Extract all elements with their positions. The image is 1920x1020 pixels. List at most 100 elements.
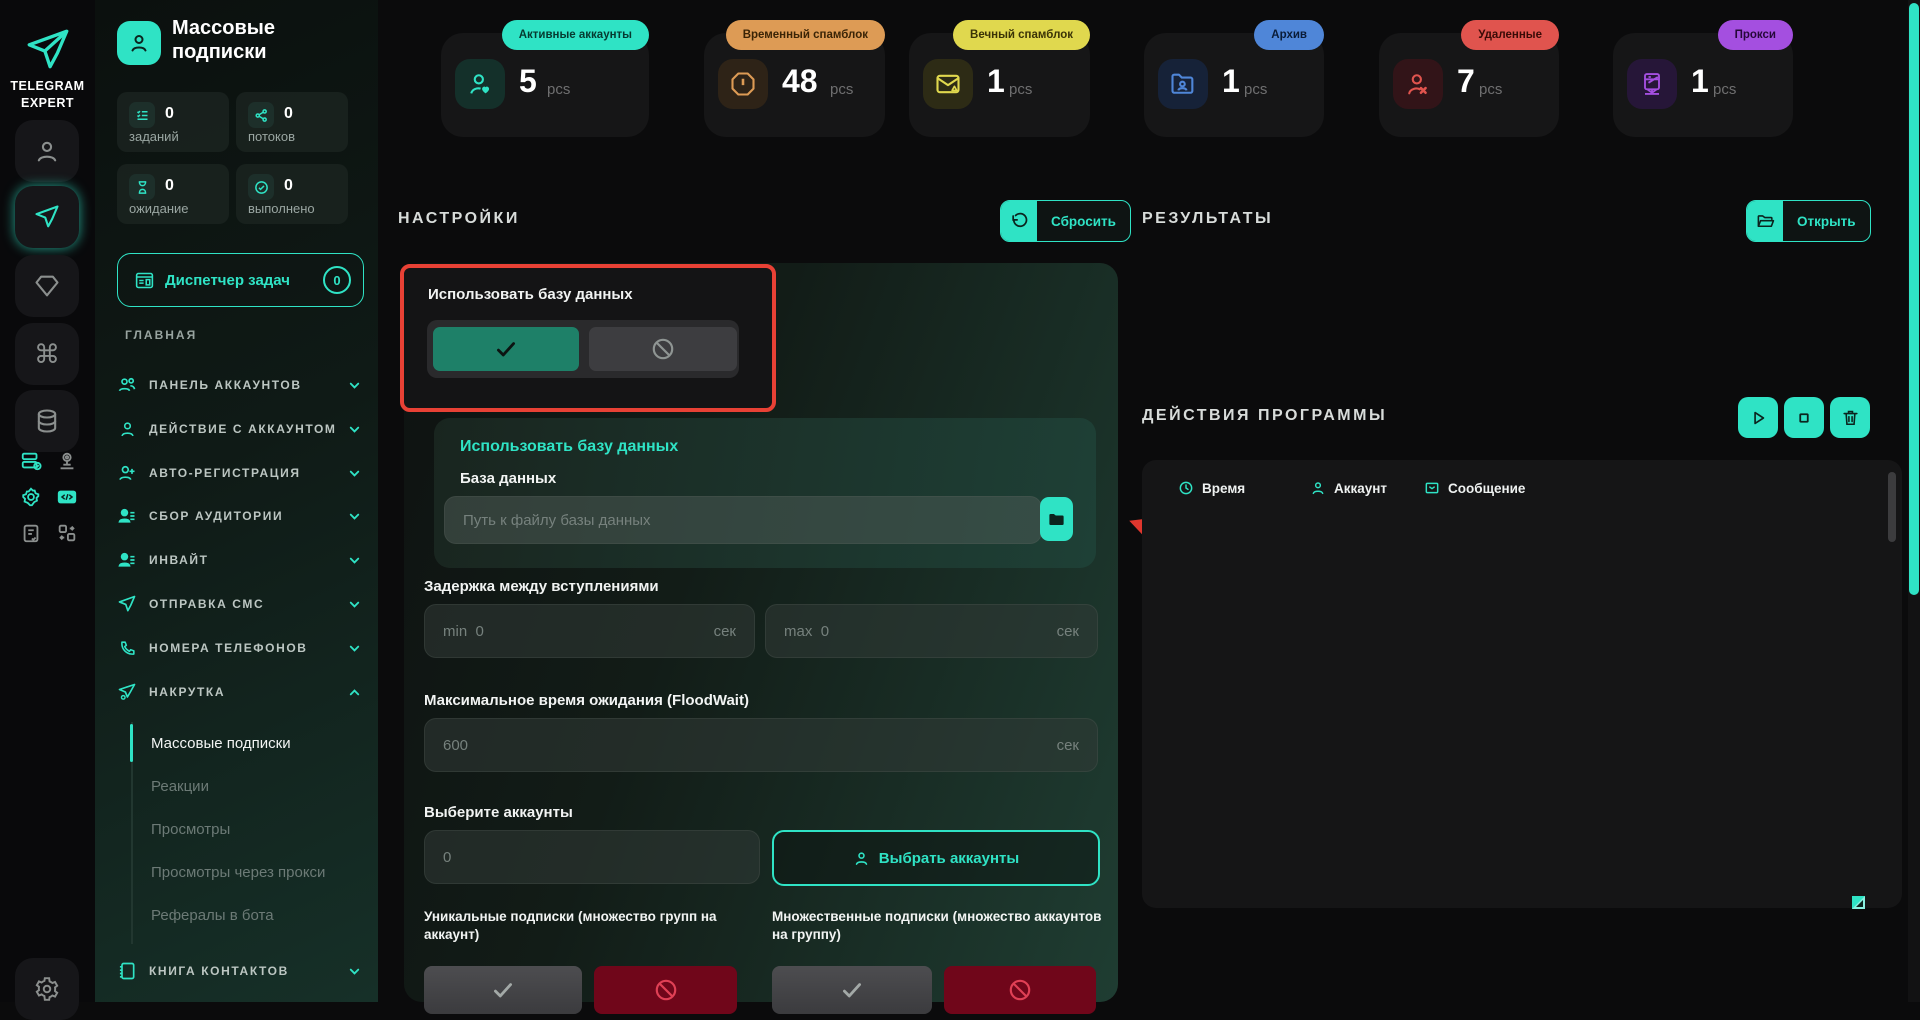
- card-active-accounts: Активные аккаунты 5 pcs: [441, 20, 649, 137]
- gear-module-icon[interactable]: [20, 486, 42, 508]
- checklist-icon: [129, 102, 155, 128]
- select-accounts-button[interactable]: Выбрать аккаунты: [772, 830, 1100, 886]
- min-value: 0: [475, 622, 484, 640]
- sidebar-item-account-action[interactable]: ДЕЙСТВИЕ С АККАУНТОМ: [117, 411, 362, 447]
- db-path-placeholder: Путь к файлу базы данных: [463, 511, 651, 529]
- database-icon: [33, 407, 61, 435]
- rail-telegram-button[interactable]: [15, 186, 79, 248]
- subitem-bot-referrals[interactable]: Рефералы в бота: [151, 898, 351, 932]
- open-button[interactable]: Открыть: [1746, 200, 1871, 242]
- play-icon: [1748, 408, 1768, 428]
- user-camera-icon[interactable]: [56, 450, 78, 472]
- resize-grip[interactable]: [1852, 896, 1865, 909]
- db-path-input[interactable]: Путь к файлу базы данных: [444, 496, 1042, 544]
- accounts-count-input[interactable]: 0: [424, 830, 760, 884]
- sidebar-item-audience-collection[interactable]: СБОР АУДИТОРИИ: [117, 498, 362, 534]
- sidebar-item-contact-book[interactable]: КНИГА КОНТАКТОВ: [117, 953, 362, 989]
- floodwait-input[interactable]: 600 сек: [424, 718, 1098, 772]
- stat-label: потоков: [248, 129, 295, 144]
- folder-icon: [1047, 510, 1066, 529]
- code-window-icon[interactable]: [56, 486, 78, 508]
- rail-database-button[interactable]: [15, 390, 79, 452]
- card-value: 48: [782, 63, 818, 99]
- active-indicator: [130, 724, 133, 762]
- status-badge: Прокси: [1717, 20, 1793, 50]
- page-scrollbar-thumb[interactable]: [1909, 3, 1919, 595]
- stat-label: ожидание: [129, 201, 189, 216]
- check-icon: [839, 977, 865, 1003]
- play-button[interactable]: [1738, 397, 1778, 438]
- chevron-down-icon: [346, 640, 362, 656]
- task-manager-button[interactable]: Диспетчер задач 0: [117, 253, 364, 307]
- sidebar-item-accounts-panel[interactable]: ПАНЕЛЬ АККАУНТОВ: [117, 367, 362, 403]
- chevron-down-icon: [346, 552, 362, 568]
- sidebar-item-auto-registration[interactable]: АВТО-РЕГИСТРАЦИЯ: [117, 455, 362, 491]
- mail-alert-icon: [923, 59, 973, 109]
- chevron-down-icon: [346, 465, 362, 481]
- user-plus-icon: [117, 463, 137, 483]
- user-icon: [853, 850, 870, 867]
- subitem-reactions[interactable]: Реакции: [151, 769, 351, 803]
- unique-yes-button[interactable]: [424, 966, 582, 1014]
- settings-heading: НАСТРОЙКИ: [398, 210, 520, 227]
- table-scrollbar-thumb[interactable]: [1888, 472, 1896, 542]
- rail-user-button[interactable]: [15, 120, 79, 182]
- select-accounts-label: Выбрать аккаунты: [878, 849, 1020, 867]
- clear-log-button[interactable]: [1830, 397, 1870, 438]
- toggle-yes-button[interactable]: [433, 327, 579, 371]
- folder-user-icon: [1158, 59, 1208, 109]
- col-time: Время: [1178, 480, 1245, 496]
- stat-value: 0: [284, 105, 293, 122]
- rail-command-button[interactable]: ⌘: [15, 323, 79, 385]
- delay-max-input[interactable]: max 0 сек: [765, 604, 1098, 658]
- share-nodes-icon: [248, 102, 274, 128]
- reset-button[interactable]: Сбросить: [1000, 200, 1131, 242]
- toggle-no-button[interactable]: [589, 327, 737, 371]
- sidebar-item-phone-numbers[interactable]: НОМЕРА ТЕЛЕФОНОВ: [117, 630, 362, 666]
- sidebar-item-boosting[interactable]: НАКРУТКА: [117, 674, 362, 710]
- multiple-no-button[interactable]: [944, 966, 1096, 1014]
- floodwait-label: Максимальное время ожидания (FloodWait): [424, 692, 749, 709]
- max-prefix: max: [784, 622, 813, 640]
- status-badge: Временный спамблок: [725, 20, 885, 50]
- use-db-label: Использовать базу данных: [428, 286, 633, 303]
- ban-icon: [1007, 977, 1033, 1003]
- db-label: База данных: [460, 470, 557, 487]
- server-check-icon[interactable]: [20, 450, 42, 472]
- card-unit: pcs: [830, 81, 854, 98]
- status-badge: Активные аккаунты: [501, 20, 649, 50]
- unique-no-button[interactable]: [594, 966, 737, 1014]
- card-value: 1: [1222, 63, 1240, 99]
- db-card: Использовать базу данных База данных Пут…: [434, 418, 1096, 568]
- mail-icon: [1424, 480, 1440, 496]
- db-card-title: Использовать базу данных: [460, 438, 679, 455]
- task-manager-badge: 0: [323, 266, 351, 294]
- browse-db-button[interactable]: [1040, 497, 1073, 541]
- subitem-views[interactable]: Просмотры: [151, 812, 351, 846]
- card-perm-spamblock: Вечный спамблок 1 pcs: [909, 20, 1090, 137]
- hourglass-icon: [129, 174, 155, 200]
- card-unit: pcs: [1479, 81, 1503, 98]
- rail-premium-button[interactable]: [15, 255, 79, 317]
- trash-icon: [1841, 408, 1860, 427]
- accounts-count-value: 0: [443, 848, 452, 866]
- multiple-subs-label: Множественные подписки (множество аккаун…: [772, 909, 1102, 942]
- card-temp-spamblock: Временный спамблок 48 pcs: [704, 20, 885, 137]
- delay-min-input[interactable]: min 0 сек: [424, 604, 755, 658]
- subitem-mass-subscriptions[interactable]: Массовые подписки: [151, 726, 351, 760]
- subitem-views-via-proxy[interactable]: Просмотры через прокси: [151, 855, 351, 889]
- log-table: Время Аккаунт Сообщение: [1142, 460, 1902, 908]
- sidebar-item-invite[interactable]: ИНВАЙТ: [117, 542, 362, 578]
- check-circle-icon: [248, 174, 274, 200]
- user-list-icon: [117, 550, 137, 570]
- rail-settings-button[interactable]: [15, 958, 79, 1020]
- swap-boxes-icon[interactable]: [56, 522, 78, 544]
- stat-value: 0: [165, 177, 174, 194]
- clipboard-check-icon[interactable]: [20, 522, 42, 544]
- chevron-down-icon: [346, 508, 362, 524]
- multiple-yes-button[interactable]: [772, 966, 932, 1014]
- stop-button[interactable]: [1784, 397, 1824, 438]
- stat-card-done: 0 выполнено: [236, 164, 348, 224]
- app-logo-icon: [22, 24, 74, 76]
- sidebar-item-send-sms[interactable]: ОТПРАВКА СМС: [117, 586, 362, 622]
